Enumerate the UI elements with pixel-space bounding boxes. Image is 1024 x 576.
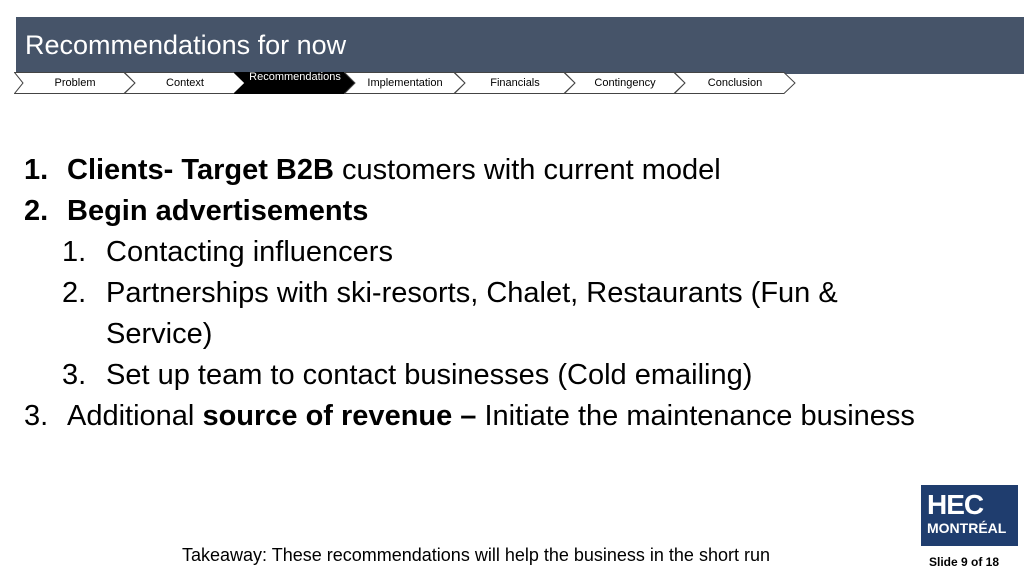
item-bold-text: Begin advertisements <box>67 195 369 227</box>
slide-number: Slide 9 of 18 <box>929 555 1000 569</box>
item-text: Partnerships with ski-resorts, Chalet, R… <box>106 277 838 350</box>
list-subitem: 3. Set up team to contact businesses (Co… <box>24 355 1004 396</box>
breadcrumb-label: Recommendations <box>249 72 341 83</box>
breadcrumb-label: Implementation <box>367 77 443 89</box>
item-number: 2. <box>24 195 49 227</box>
item-text: customers with current model <box>333 154 721 186</box>
breadcrumb-item-recommendations[interactable]: Recommendations <box>234 72 356 94</box>
item-bold-text: Clients- Target B2B <box>67 154 334 186</box>
breadcrumb-label: Financials <box>490 77 540 89</box>
breadcrumb-item-financials[interactable]: Financials <box>454 72 576 94</box>
breadcrumb-label: Contingency <box>594 77 656 89</box>
item-number: 1. <box>62 236 87 268</box>
list-item: 1. Clients- Target B2B customers with cu… <box>24 150 1004 191</box>
logo-line2: MONTRÉAL <box>927 520 1007 536</box>
breadcrumb-item-context[interactable]: Context <box>124 72 246 94</box>
breadcrumb-item-implementation[interactable]: Implementation <box>344 72 466 94</box>
item-number: 2. <box>62 277 87 309</box>
item-number: 1. <box>24 154 49 186</box>
item-number: 3. <box>24 400 49 432</box>
takeaway-text: Takeaway: These recommendations will hel… <box>182 545 770 565</box>
item-text: Contacting influencers <box>106 236 393 268</box>
breadcrumb-label: Conclusion <box>707 77 763 89</box>
item-text: Initiate the maintenance business <box>476 400 915 432</box>
list-subitem: 1. Contacting influencers <box>24 232 1004 273</box>
item-text: Additional <box>67 400 203 432</box>
breadcrumb-label: Context <box>166 77 204 89</box>
breadcrumb-label: Problem <box>54 77 96 89</box>
breadcrumb-item-problem[interactable]: Problem <box>14 72 136 94</box>
list-item: 2. Begin advertisements <box>24 191 1004 232</box>
item-bold-text: source of revenue – <box>202 400 477 432</box>
title-bar: Recommendations for now <box>16 17 1024 74</box>
breadcrumb-item-conclusion[interactable]: Conclusion <box>674 72 796 94</box>
logo-line1: HEC <box>927 489 984 520</box>
slide-title: Recommendations for now <box>25 30 347 60</box>
item-text: Set up team to contact businesses (Cold … <box>106 359 753 391</box>
recommendations-list: 1. Clients- Target B2B customers with cu… <box>24 150 1004 437</box>
breadcrumb: Problem Context Recommendations Implemen… <box>14 72 814 94</box>
hec-montreal-logo: HEC MONTRÉAL <box>921 485 1018 546</box>
breadcrumb-item-contingency[interactable]: Contingency <box>564 72 686 94</box>
list-item: 3. Additional source of revenue – Initia… <box>24 396 1004 437</box>
list-subitem: 2. Partnerships with ski-resorts, Chalet… <box>24 273 1004 355</box>
item-number: 3. <box>62 359 87 391</box>
